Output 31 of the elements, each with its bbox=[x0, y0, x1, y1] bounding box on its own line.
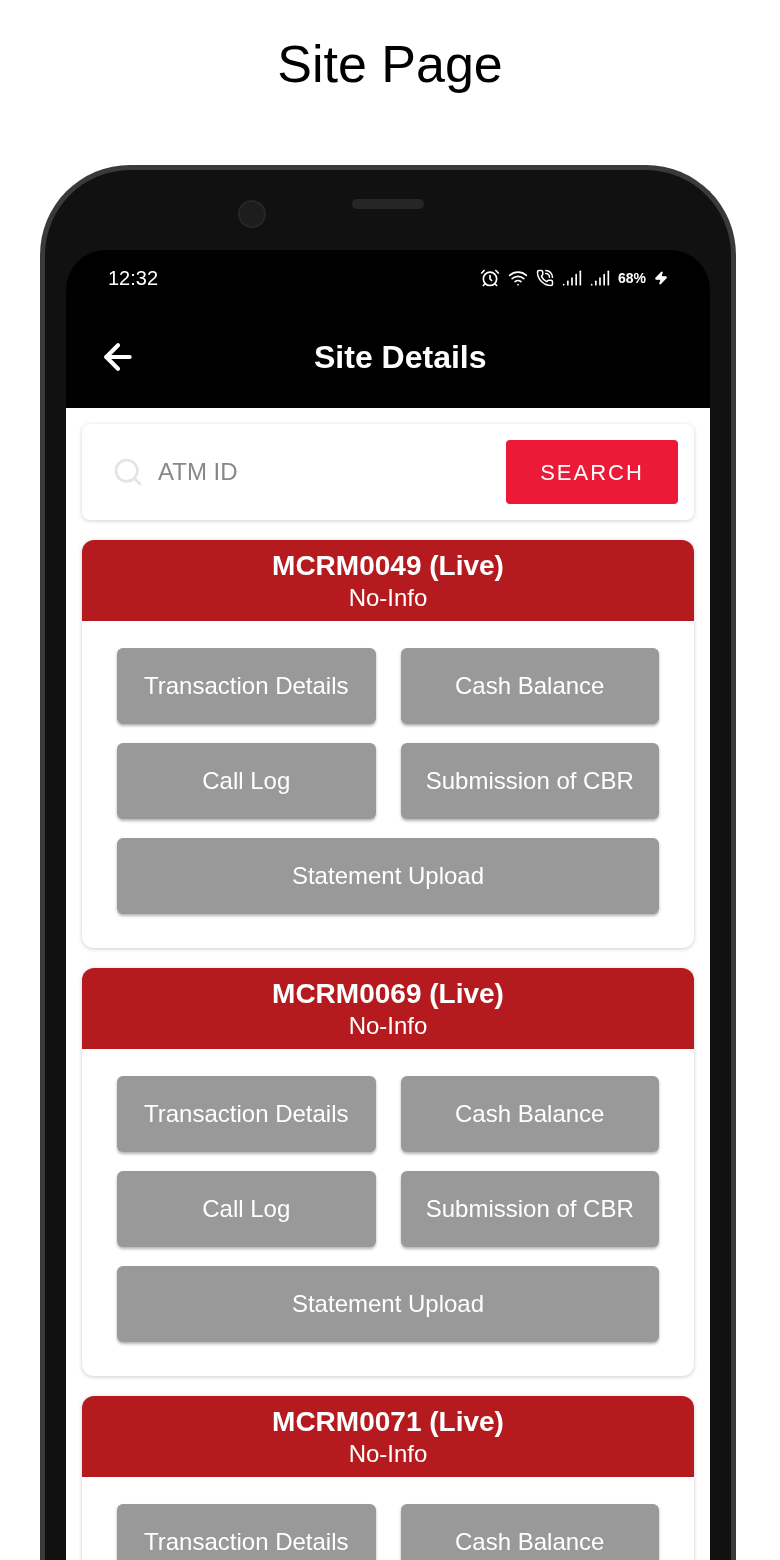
site-status: No-Info bbox=[348, 1010, 428, 1041]
action-button[interactable]: Cash Balance bbox=[400, 1076, 659, 1152]
app-bar-title: Site Details bbox=[314, 338, 487, 377]
action-button[interactable]: Call Log bbox=[117, 743, 376, 819]
search-field[interactable]: ATM ID bbox=[158, 454, 506, 490]
action-button[interactable]: Submission of CBR bbox=[400, 743, 659, 819]
page-title: Site Page bbox=[277, 34, 503, 95]
site-title: MCRM0069 (Live) bbox=[272, 976, 504, 1011]
battery-percent: 68% bbox=[617, 268, 646, 288]
action-button[interactable]: Statement Upload bbox=[117, 1266, 659, 1342]
site-status: No-Info bbox=[348, 1438, 428, 1469]
action-button[interactable]: Transaction Details bbox=[117, 648, 376, 724]
site-title: MCRM0071 (Live) bbox=[272, 1404, 504, 1439]
action-button[interactable]: Transaction Details bbox=[117, 1076, 376, 1152]
phone-icon bbox=[535, 269, 554, 287]
site-title: MCRM0049 (Live) bbox=[272, 548, 504, 583]
action-button[interactable]: Submission of CBR bbox=[400, 1171, 659, 1247]
alarm-icon bbox=[479, 268, 500, 288]
search-icon bbox=[112, 456, 144, 488]
action-button[interactable]: Transaction Details bbox=[117, 1504, 376, 1560]
signal-icon bbox=[589, 268, 610, 288]
action-button[interactable]: Call Log bbox=[117, 1171, 376, 1247]
wifi-icon bbox=[507, 268, 528, 288]
status-time: 12:32 bbox=[108, 266, 159, 291]
signal-icon bbox=[561, 268, 582, 288]
action-button[interactable]: Cash Balance bbox=[400, 1504, 659, 1560]
site-status: No-Info bbox=[348, 582, 428, 613]
action-button[interactable]: Cash Balance bbox=[400, 648, 659, 724]
action-button[interactable]: Statement Upload bbox=[117, 838, 659, 914]
search-button[interactable]: SEARCH bbox=[506, 440, 678, 504]
charging-icon bbox=[654, 271, 668, 285]
